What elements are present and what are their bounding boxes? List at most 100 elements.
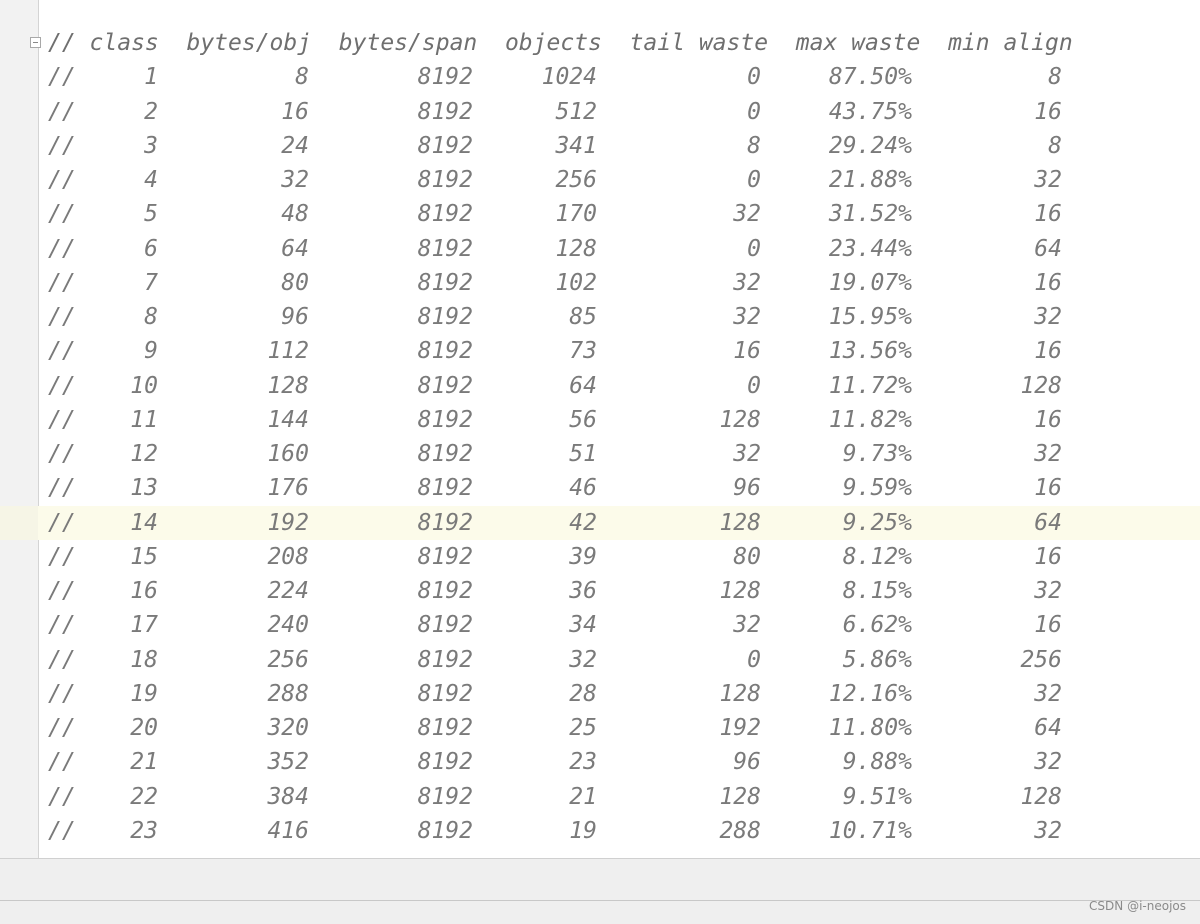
row-comment-marker: //	[48, 64, 76, 91]
row-comment-marker: //	[48, 167, 76, 193]
table-row[interactable]: // 11 144 8192 56 128 11.82% 16	[0, 403, 1200, 437]
row-min-align-cell: 32	[1034, 817, 1062, 844]
row-bytes-per-span-cell: 8192	[417, 372, 473, 399]
row-min-align-cell: 256	[1020, 646, 1062, 673]
row-comment-marker: //	[48, 372, 76, 399]
row-bytes-per-obj-cell: 80	[281, 269, 309, 296]
row-class-cell: 3	[144, 132, 158, 159]
row-class-cell: 5	[144, 201, 158, 228]
table-row[interactable]: // 3 24 8192 341 8 29.24% 8	[0, 129, 1200, 163]
row-objects-cell: 32	[569, 646, 597, 673]
row-bytes-per-span-cell: 8192	[417, 441, 473, 467]
row-bytes-per-span-cell: 8192	[417, 64, 473, 91]
row-bytes-per-obj-cell: 128	[267, 372, 309, 399]
row-class-cell: 20	[130, 715, 158, 741]
row-objects-cell: 42	[569, 509, 597, 536]
code-line-header-comment[interactable]: // class bytes/obj bytes/span objects ta…	[0, 26, 1200, 60]
row-comment-marker: //	[48, 646, 76, 673]
table-row[interactable]: // 9 112 8192 73 16 13.56% 16	[0, 334, 1200, 368]
row-min-align-cell: 16	[1034, 338, 1062, 365]
row-comment-marker: //	[48, 680, 76, 707]
row-tail-waste-cell: 32	[733, 441, 761, 467]
table-row[interactable]: // 1 8 8192 1024 0 87.50% 8	[0, 60, 1200, 94]
row-comment-marker: //	[48, 406, 76, 433]
row-tail-waste-cell: 96	[733, 475, 761, 502]
row-max-waste-cell: 87.50%	[828, 64, 912, 91]
row-min-align-cell: 32	[1034, 304, 1062, 330]
table-row[interactable]: // 14 192 8192 42 128 9.25% 64	[0, 505, 1200, 541]
row-bytes-per-span-cell: 8192	[417, 235, 473, 262]
table-row[interactable]: // 12 160 8192 51 32 9.73% 32	[0, 437, 1200, 471]
row-objects-cell: 341	[555, 132, 597, 159]
table-row[interactable]: // 4 32 8192 256 0 21.88% 32	[0, 163, 1200, 197]
row-objects-cell: 21	[569, 783, 597, 810]
table-row[interactable]: // 23 416 8192 19 288 10.71% 32	[0, 814, 1200, 848]
row-objects-cell: 39	[569, 543, 597, 570]
row-comment-marker: //	[48, 441, 76, 467]
row-tail-waste-cell: 32	[733, 612, 761, 639]
row-class-cell: 6	[144, 235, 158, 262]
table-row[interactable]: // 21 352 8192 23 96 9.88% 32	[0, 745, 1200, 779]
row-objects-cell: 36	[569, 578, 597, 604]
row-max-waste-cell: 9.25%	[842, 509, 912, 536]
row-bytes-per-span-cell: 8192	[417, 98, 473, 125]
row-min-align-cell: 8	[1048, 64, 1062, 91]
row-max-waste-cell: 8.12%	[842, 543, 912, 570]
row-bytes-per-span-cell: 8192	[417, 475, 473, 502]
row-min-align-cell: 32	[1034, 441, 1062, 467]
row-objects-cell: 512	[555, 98, 597, 125]
row-max-waste-cell: 12.16%	[828, 680, 912, 707]
row-objects-cell: 19	[569, 817, 597, 844]
row-bytes-per-obj-cell: 16	[281, 98, 309, 125]
row-max-waste-cell: 13.56%	[828, 338, 912, 365]
row-class-cell: 2	[144, 98, 158, 125]
row-bytes-per-span-cell: 8192	[417, 132, 473, 159]
row-max-waste-cell: 6.62%	[842, 612, 912, 639]
row-min-align-cell: 64	[1034, 715, 1062, 741]
table-row[interactable]: // 22 384 8192 21 128 9.51% 128	[0, 780, 1200, 814]
table-row[interactable]: // 15 208 8192 39 80 8.12% 16	[0, 540, 1200, 574]
row-comment-marker: //	[48, 509, 76, 536]
row-tail-waste-cell: 32	[733, 201, 761, 228]
row-bytes-per-obj-cell: 320	[267, 715, 309, 741]
row-objects-cell: 64	[569, 372, 597, 399]
row-min-align-cell: 32	[1034, 167, 1062, 193]
row-max-waste-cell: 11.72%	[828, 372, 912, 399]
row-objects-cell: 51	[569, 441, 597, 467]
table-row[interactable]: // 2 16 8192 512 0 43.75% 16	[0, 95, 1200, 129]
table-row[interactable]: // 20 320 8192 25 192 11.80% 64	[0, 711, 1200, 745]
row-tail-waste-cell: 0	[747, 167, 761, 193]
table-row[interactable]: // 18 256 8192 32 0 5.86% 256	[0, 643, 1200, 677]
row-objects-cell: 23	[569, 749, 597, 776]
table-row[interactable]: // 16 224 8192 36 128 8.15% 32	[0, 574, 1200, 608]
row-max-waste-cell: 23.44%	[828, 235, 912, 262]
header-comment-text: // class bytes/obj bytes/span objects ta…	[48, 30, 1073, 56]
table-row[interactable]: // 17 240 8192 34 32 6.62% 16	[0, 608, 1200, 642]
row-comment-marker: //	[48, 715, 76, 741]
row-bytes-per-obj-cell: 416	[267, 817, 309, 844]
row-bytes-per-obj-cell: 176	[267, 475, 309, 502]
row-bytes-per-span-cell: 8192	[417, 783, 473, 810]
row-tail-waste-cell: 80	[733, 543, 761, 570]
table-row[interactable]: // 5 48 8192 170 32 31.52% 16	[0, 197, 1200, 231]
row-min-align-cell: 32	[1034, 578, 1062, 604]
table-row[interactable]: // 6 64 8192 128 0 23.44% 64	[0, 232, 1200, 266]
code-editor[interactable]: // class bytes/obj bytes/span objects ta…	[0, 0, 1200, 858]
row-objects-cell: 34	[569, 612, 597, 639]
row-bytes-per-span-cell: 8192	[417, 201, 473, 228]
row-max-waste-cell: 19.07%	[828, 269, 912, 296]
row-max-waste-cell: 8.15%	[842, 578, 912, 604]
table-row[interactable]: // 19 288 8192 28 128 12.16% 32	[0, 677, 1200, 711]
row-objects-cell: 1024	[541, 64, 597, 91]
row-class-cell: 17	[130, 612, 158, 639]
table-row[interactable]: // 8 96 8192 85 32 15.95% 32	[0, 300, 1200, 334]
row-bytes-per-obj-cell: 288	[267, 680, 309, 707]
table-row[interactable]: // 10 128 8192 64 0 11.72% 128	[0, 369, 1200, 403]
table-row[interactable]: // 7 80 8192 102 32 19.07% 16	[0, 266, 1200, 300]
row-tail-waste-cell: 128	[719, 783, 761, 810]
row-bytes-per-obj-cell: 224	[267, 578, 309, 604]
row-objects-cell: 56	[569, 406, 597, 433]
code-line-partial[interactable]	[0, 848, 1200, 858]
table-row[interactable]: // 13 176 8192 46 96 9.59% 16	[0, 471, 1200, 505]
row-comment-marker: //	[48, 235, 76, 262]
